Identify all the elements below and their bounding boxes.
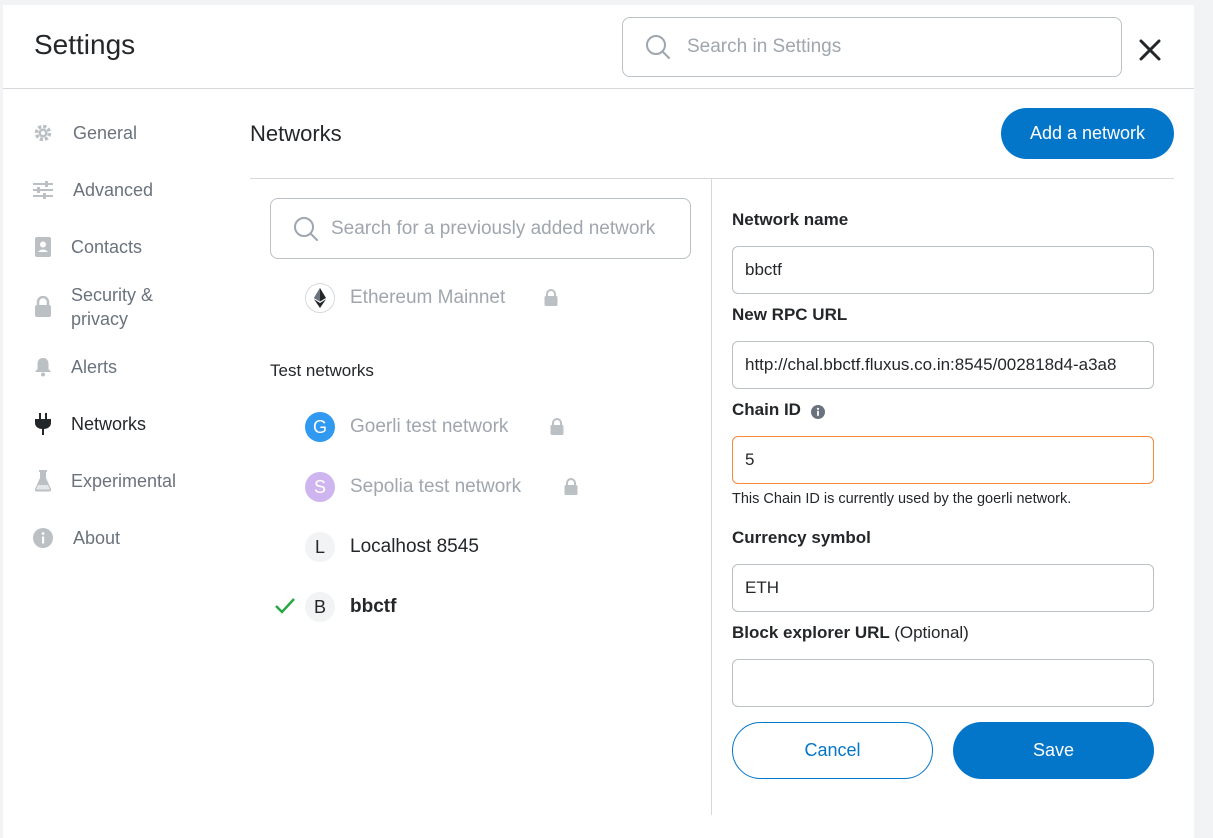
sidebar-item-security[interactable]: Security & privacy — [3, 283, 233, 331]
sidebar-item-general[interactable]: General — [3, 121, 233, 145]
currency-symbol-input[interactable] — [745, 565, 1143, 611]
networks-title: Networks — [250, 121, 342, 146]
block-explorer-label: Block explorer URL (Optional) — [732, 623, 969, 643]
rpc-url-label: New RPC URL — [732, 305, 848, 324]
check-icon — [275, 598, 295, 614]
sidebar-item-about[interactable]: About — [3, 526, 233, 550]
network-item-localhost[interactable]: L Localhost 8545 — [270, 527, 690, 567]
block-explorer-input[interactable] — [745, 660, 1143, 706]
network-item-goerli[interactable]: G Goerli test network — [270, 407, 690, 447]
optional-tag: (Optional) — [894, 623, 969, 642]
chain-id-input[interactable] — [745, 437, 1143, 483]
sidebar-item-label-line2: privacy — [71, 309, 129, 329]
bell-icon — [32, 356, 54, 378]
currency-symbol-label: Currency symbol — [732, 528, 871, 547]
sidebar-item-label: General — [73, 123, 138, 143]
search-icon — [646, 35, 670, 59]
currency-symbol-field[interactable] — [732, 564, 1154, 612]
sidebar-item-alerts[interactable]: Alerts — [3, 355, 233, 379]
lock-icon — [544, 289, 558, 306]
rpc-url-field[interactable] — [732, 341, 1154, 389]
plug-icon — [32, 413, 54, 435]
flask-icon — [32, 470, 54, 492]
sidebar-item-label: Advanced — [73, 180, 154, 200]
block-explorer-label-text: Block explorer URL — [732, 623, 890, 642]
network-avatar: G — [305, 412, 335, 442]
chain-id-field[interactable] — [732, 436, 1154, 484]
network-search-input[interactable] — [331, 212, 676, 246]
rpc-url-input[interactable] — [745, 342, 1143, 388]
network-name: Localhost 8545 — [350, 536, 479, 557]
sliders-icon — [32, 179, 54, 201]
sidebar-item-experimental[interactable]: Experimental — [3, 469, 233, 493]
cancel-button[interactable]: Cancel — [732, 722, 933, 779]
sidebar-item-contacts[interactable]: Contacts — [3, 235, 233, 259]
network-item-ethereum[interactable]: Ethereum Mainnet — [270, 278, 690, 318]
network-item-bbctf[interactable]: B bbctf — [270, 587, 690, 627]
column-divider — [711, 179, 712, 815]
save-button[interactable]: Save — [953, 722, 1154, 779]
network-search[interactable] — [270, 198, 691, 259]
network-item-sepolia[interactable]: S Sepolia test network — [270, 467, 690, 507]
lock-icon — [32, 296, 54, 318]
search-icon — [294, 217, 318, 241]
lock-icon — [564, 478, 578, 495]
sidebar-item-label: Contacts — [71, 237, 143, 257]
network-name-field[interactable] — [732, 246, 1154, 294]
settings-panel: Settings General Advanced Contacts Secur… — [3, 5, 1194, 838]
add-network-button[interactable]: Add a network — [1001, 108, 1174, 159]
settings-header: Settings — [3, 5, 1194, 89]
sidebar-item-networks[interactable]: Networks — [3, 412, 233, 436]
sidebar-item-label: Experimental — [71, 471, 177, 491]
block-explorer-field[interactable] — [732, 659, 1154, 707]
content-divider — [250, 178, 1174, 179]
gear-icon — [32, 122, 54, 144]
settings-search-input[interactable] — [687, 30, 1107, 64]
sidebar-item-label: Networks — [71, 414, 147, 434]
network-name-input[interactable] — [745, 247, 1143, 293]
settings-sidebar: General Advanced Contacts Security & pri… — [3, 89, 233, 838]
network-name: Sepolia test network — [350, 476, 522, 497]
sidebar-item-label: Alerts — [71, 357, 118, 377]
contact-book-icon — [32, 236, 54, 258]
info-icon[interactable] — [811, 405, 825, 419]
sidebar-item-label: Security & — [71, 285, 154, 305]
sidebar-item-label: About — [73, 528, 121, 548]
lock-icon — [550, 418, 564, 435]
info-icon — [32, 527, 54, 549]
page-title: Settings — [34, 29, 136, 60]
network-avatar: B — [305, 592, 335, 622]
network-name: Ethereum Mainnet — [350, 287, 506, 308]
network-name-label: Network name — [732, 210, 849, 229]
network-name: Goerli test network — [350, 416, 509, 437]
settings-search[interactable] — [622, 17, 1122, 77]
test-networks-label: Test networks — [270, 361, 374, 380]
sidebar-item-advanced[interactable]: Advanced — [3, 178, 233, 202]
network-avatar: S — [305, 472, 335, 502]
network-name: bbctf — [350, 596, 397, 617]
network-avatar: L — [305, 532, 335, 562]
chain-id-warning: This Chain ID is currently used by the g… — [732, 491, 1072, 507]
close-icon[interactable] — [1138, 38, 1162, 62]
ethereum-icon — [305, 283, 335, 313]
chain-id-label: Chain ID — [732, 400, 801, 419]
